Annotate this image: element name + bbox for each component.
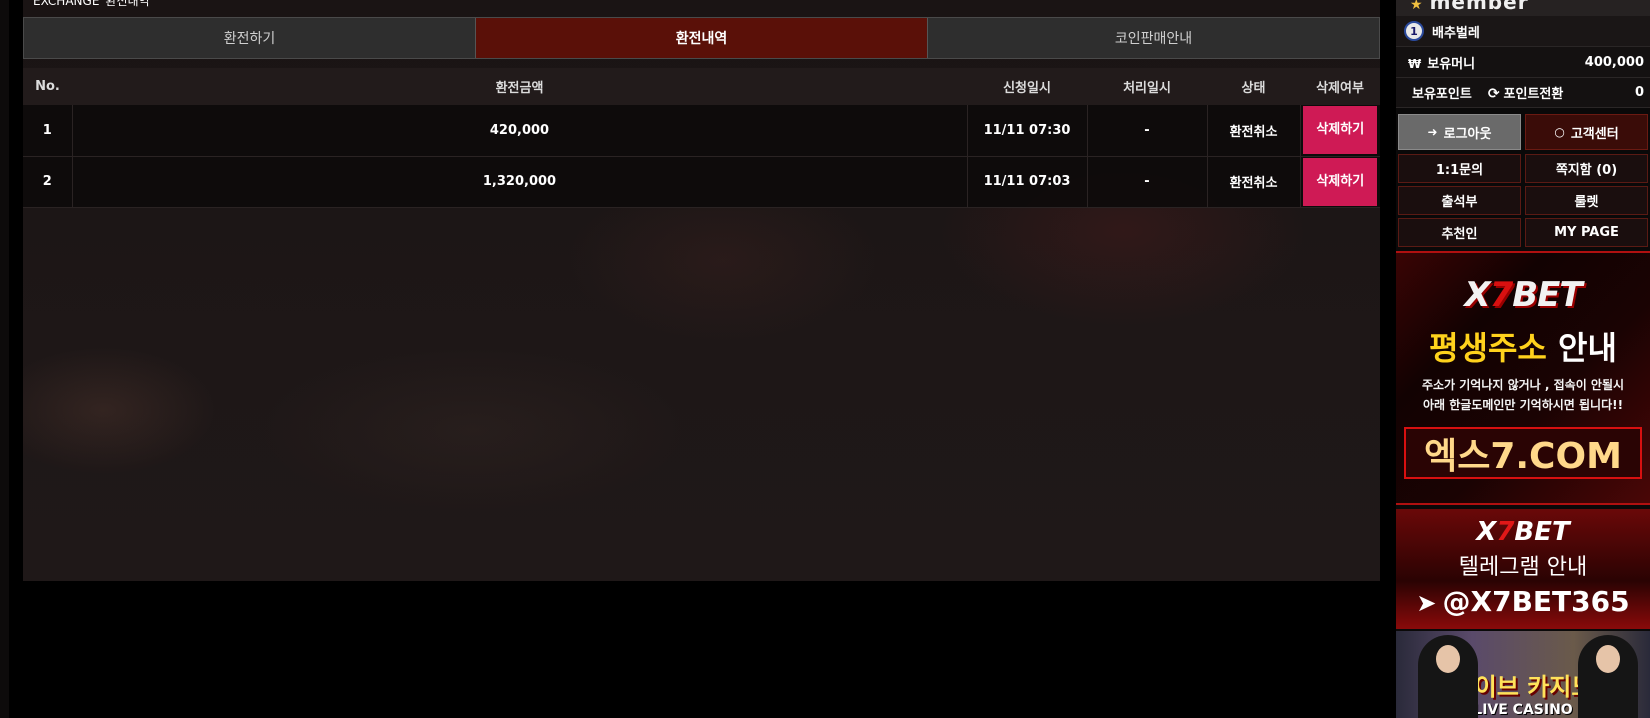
col-header-requested: 신청일시 [967, 68, 1087, 105]
menu-roulette-button[interactable]: 룰렛 [1525, 186, 1648, 215]
table-row: 1 420,000 11/11 07:30 - 환전취소 삭제하기 [23, 105, 1380, 157]
money-value: 400,000 [1584, 54, 1644, 70]
page-title-ko: 환전내역 [105, 0, 150, 8]
menu-mypage-button[interactable]: MY PAGE [1525, 218, 1648, 247]
points-row: 보유포인트 ⟳ 포인트전환 0 [1396, 78, 1650, 108]
exchange-history-panel: EXCHANGE 환전내역 환전하기 환전내역 코인판매안내 No. 환전금액 신… [23, 0, 1380, 581]
permanent-address-banner[interactable]: X7BET 평생주소 안내 주소가 기억나지 않거나 , 접속이 안될시 아래 … [1396, 251, 1650, 505]
dealer-left-image [1418, 635, 1478, 718]
menu-messages-button[interactable]: 쪽지함 (0) [1525, 154, 1648, 183]
dealer-right-image [1578, 635, 1638, 718]
member-menu: 1:1문의 쪽지함 (0) 출석부 룰렛 추천인 MY PAGE [1396, 150, 1650, 247]
live-casino-banner[interactable]: 라이브 카지노 LIVE CASINO [1396, 631, 1650, 718]
table-row: 2 1,320,000 11/11 07:03 - 환전취소 삭제하기 [23, 156, 1380, 208]
cell-no: 2 [23, 156, 73, 208]
money-label: 보유머니 [1427, 56, 1476, 72]
menu-referral-button[interactable]: 추천인 [1398, 218, 1521, 247]
delete-button[interactable]: 삭제하기 [1303, 106, 1378, 155]
star-icon: ★ [1410, 0, 1424, 13]
page-title-en: EXCHANGE [33, 0, 100, 8]
banner-title: 평생주소 안내 [1429, 329, 1617, 367]
refresh-icon[interactable]: ⟳ [1488, 86, 1500, 102]
telegram-handle: ➤ @X7BET365 [1416, 585, 1630, 618]
cell-processed: - [1087, 156, 1208, 208]
member-sidebar: ★ member 1 배추벌레 ₩ 보유머니 400,000 보유포인트 ⟳ 포인트전환… [1396, 0, 1650, 718]
cell-delete: 삭제하기 [1300, 156, 1380, 208]
banner-description: 주소가 기억나지 않거나 , 접속이 안될시 아래 한글도메인만 기억하시면 됩… [1421, 378, 1625, 412]
customer-center-label: 고객센터 [1570, 126, 1619, 142]
x7bet-logo: X7BET [1464, 275, 1582, 315]
member-heading: ★ member [1396, 0, 1650, 16]
banner-domain: 엑스7.COM [1404, 427, 1642, 479]
telegram-banner[interactable]: X7BET 텔레그램 안내 ➤ @X7BET365 [1396, 509, 1650, 629]
paper-plane-icon: ➤ [1416, 589, 1437, 617]
points-label: 보유포인트 [1412, 87, 1472, 102]
cell-status: 환전취소 [1207, 156, 1301, 208]
cell-no: 1 [23, 105, 73, 157]
chat-bubble-icon: ○ [1554, 125, 1565, 139]
cell-amount: 420,000 [72, 105, 968, 157]
telegram-title: 텔레그램 안내 [1458, 555, 1588, 580]
won-icon: ₩ [1408, 56, 1422, 71]
cell-delete: 삭제하기 [1300, 105, 1380, 157]
exchange-tabs: 환전하기 환전내역 코인판매안내 [23, 17, 1380, 59]
menu-attendance-button[interactable]: 출석부 [1398, 186, 1521, 215]
col-header-processed: 처리일시 [1087, 68, 1207, 105]
logout-label: 로그아웃 [1443, 126, 1492, 142]
col-header-no: No. [23, 68, 72, 105]
logout-button[interactable]: ➜ 로그아웃 [1398, 114, 1521, 150]
points-value: 0 [1634, 85, 1644, 100]
account-actions: ➜ 로그아웃 ○ 고객센터 [1396, 114, 1650, 150]
tab-exchange[interactable]: 환전하기 [24, 18, 476, 58]
x7bet-logo: X7BET [1476, 517, 1570, 547]
page-title: EXCHANGE 환전내역 [33, 0, 150, 9]
money-row: ₩ 보유머니 400,000 [1396, 47, 1650, 78]
col-header-status: 상태 [1207, 68, 1300, 105]
col-header-delete: 삭제여부 [1300, 68, 1380, 105]
member-heading-label: member [1429, 0, 1529, 14]
tab-exchange-history[interactable]: 환전내역 [476, 18, 928, 58]
username: 배추벌레 [1432, 25, 1480, 41]
exchange-history-table: No. 환전금액 신청일시 처리일시 상태 삭제여부 1 420,000 11/… [23, 68, 1380, 208]
points-convert-link[interactable]: 포인트전환 [1504, 87, 1564, 102]
tab-coin-sale-guide[interactable]: 코인판매안내 [928, 18, 1379, 58]
cell-requested: 11/11 07:03 [967, 156, 1088, 208]
delete-button[interactable]: 삭제하기 [1303, 157, 1378, 206]
user-info: 1 배추벌레 [1396, 16, 1650, 47]
col-header-amount: 환전금액 [72, 68, 967, 105]
cell-amount: 1,320,000 [72, 156, 968, 208]
customer-center-button[interactable]: ○ 고객센터 [1525, 114, 1648, 150]
menu-inquiry-button[interactable]: 1:1문의 [1398, 154, 1521, 183]
cell-status: 환전취소 [1207, 105, 1301, 157]
logout-icon: ➜ [1427, 125, 1438, 139]
level-badge-icon: 1 [1404, 21, 1424, 41]
cell-processed: - [1087, 105, 1208, 157]
table-header-row: No. 환전금액 신청일시 처리일시 상태 삭제여부 [23, 68, 1380, 105]
cell-requested: 11/11 07:30 [967, 105, 1088, 157]
left-edge-strip [0, 0, 9, 718]
